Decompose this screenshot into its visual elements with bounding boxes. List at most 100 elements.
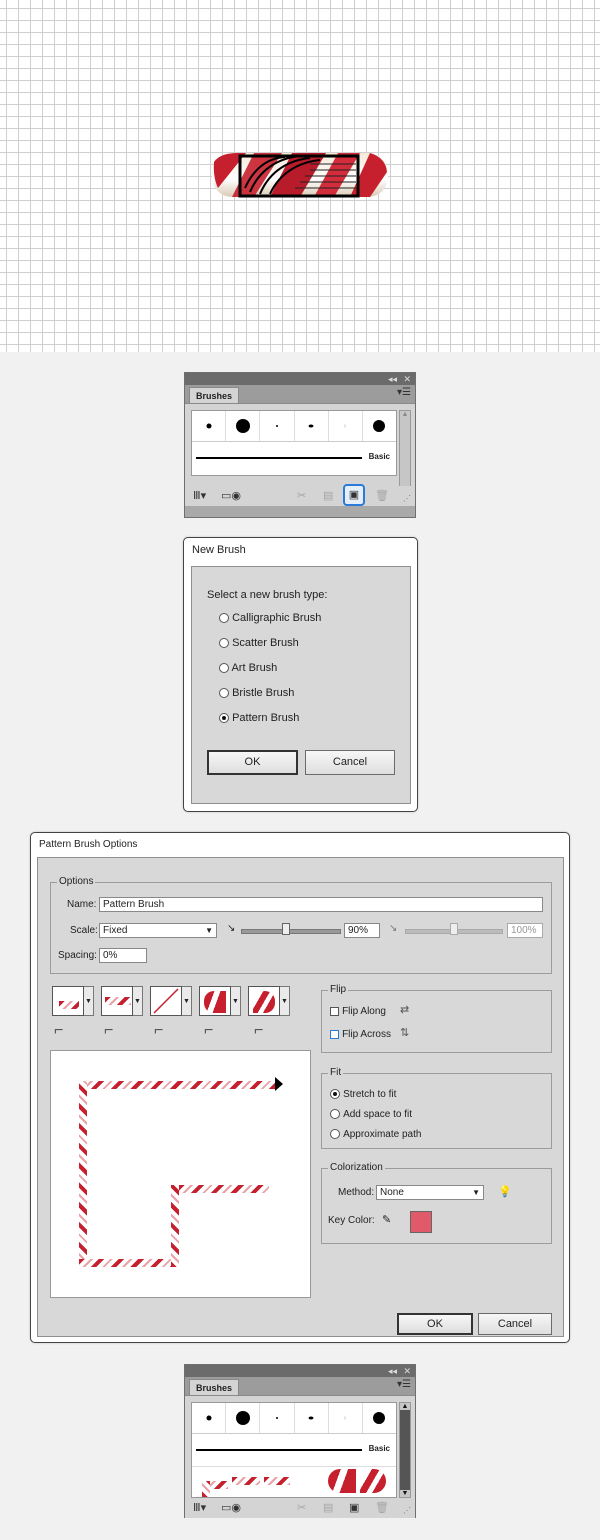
method-dropdown[interactable]: None ▼ [376,1185,484,1200]
group-title: Fit [328,1067,344,1078]
key-color-swatch[interactable] [410,1211,432,1233]
brush-swatch[interactable] [329,1403,363,1433]
basic-brush-row[interactable]: Basic [192,1434,396,1466]
radio-button[interactable] [219,663,229,674]
brush-swatch[interactable] [295,411,329,441]
method-value: None [380,1187,404,1198]
chevron-down-icon: ▼ [472,1188,480,1197]
brush-swatch[interactable] [363,411,396,441]
inner-corner-tile-selector[interactable]: ▼ [150,986,192,1016]
resize-grip-icon[interactable]: ⋰ [403,1506,411,1515]
end-tile-selector[interactable]: ▼ [248,986,290,1016]
scroll-up-arrow[interactable]: ▲ [400,411,410,418]
pattern-brush-row[interactable] [192,1466,396,1497]
outer-corner-tile-selector[interactable]: ▼ [101,986,143,1016]
side-tile-selector[interactable]: ▼ [52,986,94,1016]
radio-button[interactable] [330,1109,340,1120]
end-tile[interactable] [248,986,280,1016]
scale-percent-input[interactable]: 90% [344,923,380,938]
trash-icon[interactable]: 🗑 [375,1501,389,1514]
trash-icon[interactable]: 🗑 [375,489,389,502]
new-brush-icon[interactable]: ▣ [343,484,365,506]
libraries-panel-icon[interactable]: ▭◉ [221,489,241,502]
radio-bristle[interactable]: Bristle Brush [219,687,294,699]
radio-art[interactable]: Art Brush [219,662,277,674]
spacing-input[interactable]: 0% [99,948,147,963]
tile-preview [253,991,275,1013]
panel-menu-icon[interactable]: ▾☰ [397,387,411,398]
radio-button[interactable] [330,1129,340,1140]
radio-button[interactable] [219,638,229,649]
basic-brush-row[interactable]: Basic [192,442,396,474]
chevron-down-icon[interactable]: ▼ [182,986,192,1016]
brush-options-icon[interactable]: ▤ [323,489,333,502]
side-tile[interactable] [52,986,84,1016]
ok-button[interactable]: OK [397,1313,473,1335]
brush-swatch[interactable] [329,411,363,441]
cancel-button[interactable]: Cancel [478,1313,552,1335]
tips-bulb-icon[interactable]: 💡 [498,1185,512,1198]
scale-slider[interactable] [241,929,341,934]
chevron-down-icon[interactable]: ▼ [280,986,290,1016]
chevron-down-icon[interactable]: ▼ [133,986,143,1016]
cancel-button[interactable]: Cancel [305,750,395,775]
brush-swatch[interactable] [192,411,227,441]
radio-scatter[interactable]: Scatter Brush [219,637,299,649]
tab-brushes[interactable]: Brushes [189,387,240,403]
brush-swatch[interactable] [260,1403,295,1433]
scrollbar[interactable]: ▲ [399,410,411,490]
checkbox[interactable] [330,1029,339,1039]
preview-mid-stroke [179,1185,269,1193]
radio-pattern[interactable]: Pattern Brush [219,712,299,724]
brush-swatch[interactable] [226,411,261,441]
remove-stroke-icon[interactable]: ✂ [297,1501,306,1514]
new-brush-icon[interactable]: ▣ [349,1501,359,1514]
flip-across-option[interactable]: Flip Across [330,1028,391,1040]
radio-button[interactable] [219,688,229,699]
tab-brushes[interactable]: Brushes [189,1379,240,1395]
start-tile-selector[interactable]: ▼ [199,986,241,1016]
brush-swatch[interactable] [260,411,295,441]
panel-menu-icon[interactable]: ▾☰ [397,1379,411,1390]
candy-cane-artwork[interactable] [210,148,390,202]
radio-button-selected[interactable] [219,713,229,724]
brush-swatch[interactable] [192,1403,227,1433]
scale-slider-thumb[interactable] [282,923,290,935]
brush-library-menu-icon[interactable]: Ⅲ▾ [193,1501,206,1514]
eyedropper-icon[interactable]: ✎ [382,1213,391,1226]
scroll-down-arrow[interactable]: ▼ [400,1490,410,1497]
brush-options-icon[interactable]: ▤ [323,1501,333,1514]
radio-button-selected[interactable] [330,1089,340,1100]
chevron-down-icon[interactable]: ▼ [231,986,241,1016]
brush-library-menu-icon[interactable]: Ⅲ▾ [193,489,206,502]
radio-calligraphic[interactable]: Calligraphic Brush [219,612,321,624]
double-chevron-left-icon[interactable]: ◂◂ [388,1365,397,1377]
brush-swatch[interactable] [226,1403,261,1433]
start-tile[interactable] [199,986,231,1016]
double-chevron-left-icon[interactable]: ◂◂ [388,373,397,385]
fit-stretch-option[interactable]: Stretch to fit [330,1088,396,1100]
brush-swatch[interactable] [363,1403,396,1433]
ok-button[interactable]: OK [207,750,298,775]
scroll-up-arrow[interactable]: ▲ [400,1403,410,1410]
panel-titlebar: ◂◂ ✕ [185,1365,415,1377]
scale-dropdown[interactable]: Fixed ▼ [99,923,217,938]
flip-along-option[interactable]: Flip Along [330,1005,386,1017]
remove-stroke-icon[interactable]: ✂ [297,489,306,502]
outer-corner-tile[interactable] [101,986,133,1016]
name-input[interactable]: Pattern Brush [99,897,543,912]
resize-grip-icon[interactable]: ⋰ [403,494,411,503]
start-tile-icon: ⌐ [204,1022,214,1039]
scrollbar[interactable]: ▲ ▼ [399,1402,411,1498]
close-icon[interactable]: ✕ [403,1365,411,1377]
close-icon[interactable]: ✕ [403,373,411,385]
libraries-panel-icon[interactable]: ▭◉ [221,1501,241,1514]
method-label: Method: [338,1187,375,1198]
chevron-down-icon[interactable]: ▼ [84,986,94,1016]
fit-approximate-option[interactable]: Approximate path [330,1128,421,1140]
fit-add-space-option[interactable]: Add space to fit [330,1108,412,1120]
brush-swatch[interactable] [295,1403,329,1433]
checkbox[interactable] [330,1006,339,1016]
radio-button[interactable] [219,613,229,624]
inner-corner-tile-none[interactable] [150,986,182,1016]
